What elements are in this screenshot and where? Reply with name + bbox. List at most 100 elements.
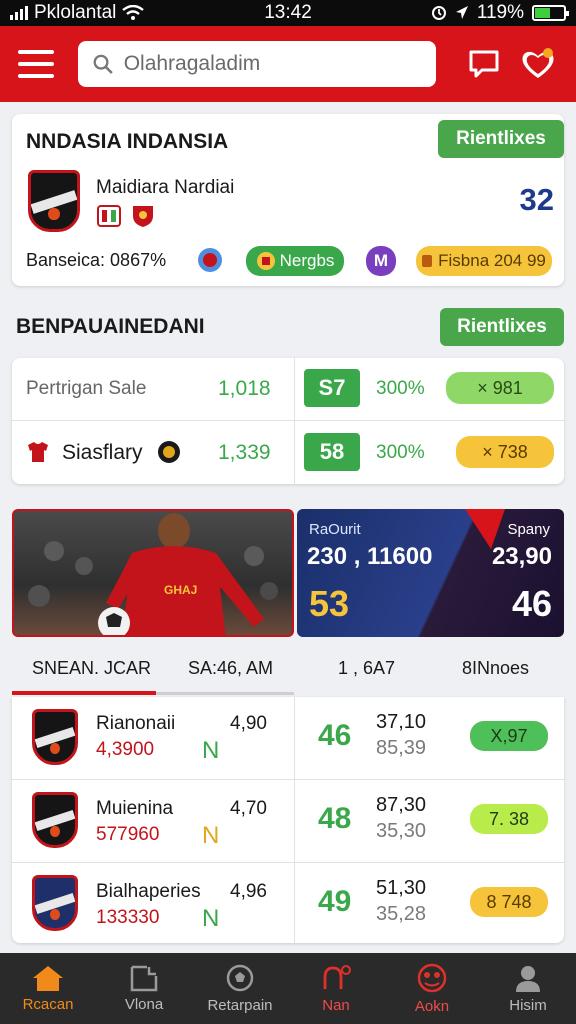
menu-icon[interactable] <box>18 50 54 78</box>
app-header <box>0 26 576 102</box>
match-card-button[interactable]: Rientlixes <box>438 120 564 158</box>
score-bottom: 35,30 <box>376 820 427 842</box>
news-icon <box>130 965 158 992</box>
purple-badge-glyph: M <box>373 251 389 270</box>
tag-icon <box>422 255 433 267</box>
green-pill[interactable]: Nergbs <box>246 246 344 276</box>
ball-icon <box>226 964 254 992</box>
team-sub: 577960 <box>96 824 160 845</box>
purple-badge: M <box>366 246 396 276</box>
tab-track <box>156 692 294 695</box>
nav-label: Retarpain <box>207 997 273 1014</box>
table-header: SNEAN. JCAR SA:46, AM 1 , 6A7 8INnoes <box>12 640 564 696</box>
table-row[interactable]: Muienina 577960 4,70 N 48 87,30 35,30 7.… <box>12 780 564 862</box>
club-crest-icon <box>417 963 447 993</box>
user-icon <box>516 966 540 992</box>
yellow-pill[interactable]: Fisbna 204 99 <box>416 246 552 276</box>
team-crest-icon <box>28 170 80 232</box>
team-crest-icon <box>32 709 78 765</box>
stat-left-label: RaOurit <box>309 521 361 538</box>
header-col-3: 1 , 6A7 <box>338 658 396 678</box>
match-score: 32 <box>519 182 554 217</box>
nav-label: Nan <box>322 997 350 1014</box>
row-percent: 300% <box>376 378 425 399</box>
score-top: 37,10 <box>376 711 427 733</box>
carrier-name: Pklolantal <box>34 2 117 23</box>
nav-label: Hisim <box>509 997 547 1014</box>
team-letter: N <box>202 905 220 932</box>
battery-icon <box>532 5 569 21</box>
team-odd: 4,70 <box>230 798 267 819</box>
odds-pill[interactable]: 7. 38 <box>470 804 548 834</box>
club-icon <box>256 252 275 270</box>
search-input[interactable] <box>123 52 422 76</box>
yellow-pill-label: Fisbna 204 99 <box>438 251 546 270</box>
match-card[interactable]: NNDASIA INDANSIA Rientlixes Maidiara Nar… <box>12 114 564 286</box>
section-title: BENPAUAINEDANI <box>16 315 205 338</box>
table-row[interactable]: Bialhaperies 133330 4,96 N 49 51,30 35,2… <box>12 863 564 943</box>
mini-crest-icon <box>133 206 153 227</box>
jersey-icon <box>28 442 48 462</box>
team-name: Maidiara Nardiai <box>96 177 235 198</box>
match-stat: Banseica: 0867% <box>26 250 167 270</box>
team-odd: 4,90 <box>230 713 267 734</box>
stat-right-label: Spany <box>507 521 550 538</box>
team-name: Rianonaii <box>96 713 176 734</box>
mini-crests <box>96 204 156 228</box>
stats-row[interactable]: Pertrigan Sale 1,018 S7 300% × 981 <box>12 358 564 420</box>
battery-percent: 119% <box>476 2 524 23</box>
row-label: Siasflary <box>62 441 143 464</box>
nav-item-live[interactable]: Nan <box>288 953 384 1024</box>
big-score: 46 <box>318 719 352 752</box>
match-card-title: NNDASIA INDANSIA <box>26 130 229 153</box>
signal-icon <box>10 6 28 20</box>
search-bar[interactable] <box>78 41 436 87</box>
nav-label: Aokn <box>414 998 450 1015</box>
odds-pill[interactable]: 8 748 <box>470 887 548 917</box>
stats-panel[interactable]: RaOurit 230 , 11600 53 Spany 23,90 46 <box>297 509 564 637</box>
team-sub: 133330 <box>96 907 160 928</box>
section-button[interactable]: Rientlixes <box>440 308 564 346</box>
notification-icon <box>323 965 351 989</box>
nav-item-profile[interactable]: Hisim <box>480 953 576 1024</box>
stats-table: Pertrigan Sale 1,018 S7 300% × 981 Siasf… <box>12 358 564 484</box>
team-crest-icon <box>32 875 78 931</box>
stats-row[interactable]: Siasflary 1,339 58 300% × 738 <box>12 421 564 484</box>
green-pill-label: Nergbs <box>279 251 335 270</box>
score-box: 58 <box>304 433 360 471</box>
player-photo[interactable]: GHAJ <box>12 509 294 637</box>
favorites-icon[interactable] <box>518 44 558 84</box>
jersey-text: GHAJ <box>164 583 198 597</box>
row-label: Pertrigan Sale <box>26 378 147 399</box>
score-box: S7 <box>304 369 360 407</box>
chat-icon[interactable] <box>464 44 504 84</box>
header-col-2: SA:46, AM <box>188 658 274 678</box>
nav-item-news[interactable]: Vlona <box>96 953 192 1024</box>
team-crest-icon <box>32 792 78 848</box>
nav-item-home[interactable]: Rcacan <box>0 953 96 1024</box>
odds-pill[interactable]: Χ,97 <box>470 721 548 751</box>
stat-left-big: 53 <box>309 583 350 624</box>
table-row[interactable]: Rianonaii 4,3900 4,90 N 46 37,10 85,39 Χ… <box>12 697 564 779</box>
team-letter: N <box>202 822 220 849</box>
wifi-icon <box>122 5 145 20</box>
odds-pill[interactable]: × 981 <box>446 372 554 404</box>
stat-right-value: 23,90 <box>491 543 552 570</box>
row-value: 1,018 <box>218 377 271 400</box>
stat-right-big: 46 <box>511 583 552 624</box>
team-odd: 4,96 <box>230 881 267 902</box>
big-score: 48 <box>318 802 352 835</box>
player-illustration <box>28 513 278 635</box>
odds-pill[interactable]: × 738 <box>456 436 554 468</box>
score-top: 51,30 <box>376 877 427 899</box>
standings-table: Rianonaii 4,3900 4,90 N 46 37,10 85,39 Χ… <box>12 697 564 943</box>
club-emblem-icon <box>158 441 180 463</box>
alarm-icon <box>431 6 446 20</box>
nav-item-club[interactable]: Aokn <box>384 953 480 1024</box>
team-letter: N <box>202 737 220 764</box>
nav-item-match[interactable]: Retarpain <box>192 953 288 1024</box>
bottom-nav: Rcacan Vlona Retarpain Nan Aokn Hisim <box>0 953 576 1024</box>
row-percent: 300% <box>376 442 425 463</box>
team-name: Bialhaperies <box>96 881 201 902</box>
mini-crest-icon <box>97 205 121 227</box>
